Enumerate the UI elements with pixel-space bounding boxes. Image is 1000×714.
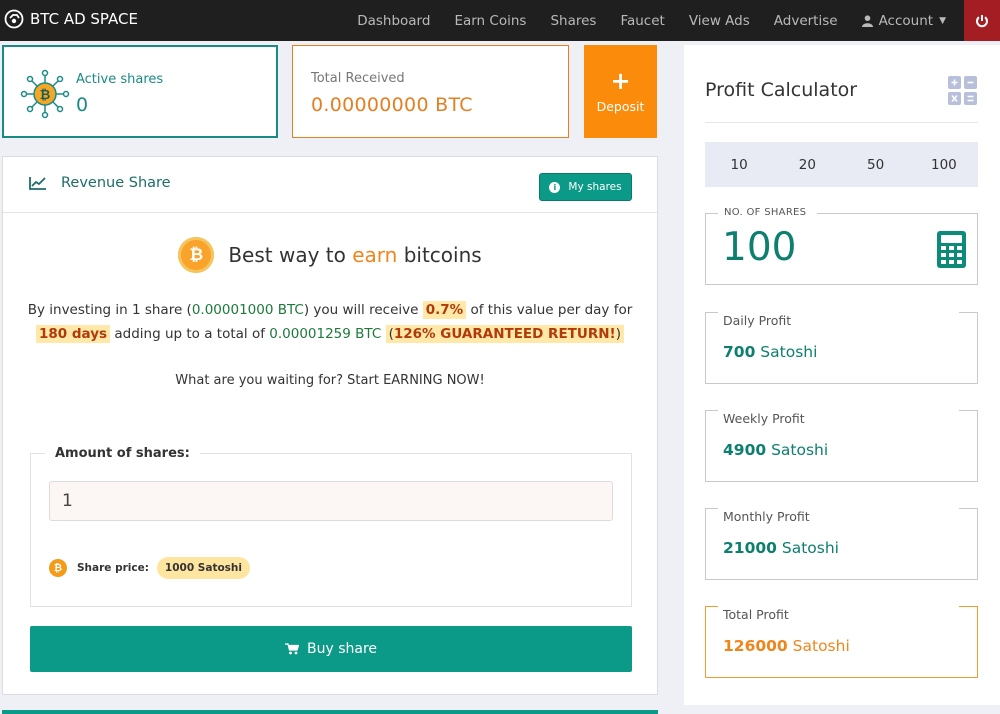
nav-faucet[interactable]: Faucet (608, 0, 676, 41)
buy-share-button[interactable]: Buy share (30, 626, 632, 672)
monthly-profit-value: 21000 Satoshi (723, 539, 839, 557)
active-shares-value: 0 (76, 94, 89, 116)
preset-20[interactable]: 20 (773, 142, 841, 187)
nav-links: Dashboard Earn Coins Shares Faucet View … (345, 0, 958, 41)
revenue-share-panel: Revenue Share i My shares ₿ Best way to … (2, 156, 658, 695)
info-icon: i (549, 181, 561, 193)
share-presets: 10 20 50 100 (705, 142, 978, 187)
logout-button[interactable] (964, 0, 1000, 41)
user-icon (861, 14, 873, 27)
panel-header: Revenue Share i My shares (3, 157, 657, 213)
bitcoin-icon: ₿ (49, 559, 67, 577)
active-shares-label: Active shares (76, 72, 164, 87)
share-price-badge: 1000 Satoshi (156, 557, 251, 579)
nav-view-ads[interactable]: View Ads (677, 0, 762, 41)
monthly-profit-label: Monthly Profit (723, 509, 810, 524)
calculator-title: Profit Calculator (705, 79, 858, 101)
bitcoin-coin-icon: ₿ (178, 237, 215, 273)
number-of-shares-field[interactable]: NO. OF SHARES 100 (705, 207, 978, 285)
power-icon (976, 14, 988, 27)
nav-earn-coins[interactable]: Earn Coins (442, 0, 538, 41)
share-price-label: Share price: (77, 562, 149, 574)
divider (705, 122, 978, 123)
top-navbar: BTC AD SPACE Dashboard Earn Coins Shares… (0, 0, 1000, 41)
daily-profit-label: Daily Profit (723, 313, 792, 328)
caret-down-icon: ▼ (939, 15, 946, 26)
nav-account[interactable]: Account ▼ (850, 0, 958, 41)
amount-of-shares-input[interactable] (49, 481, 613, 521)
amount-fieldset: Amount of shares: ₿ Share price: 1000 Sa… (30, 446, 632, 607)
number-of-shares-value[interactable]: 100 (722, 225, 796, 270)
headline-text: Best way to earn bitcoins (228, 243, 482, 267)
calculator-icon (948, 76, 977, 105)
total-profit-value: 126000 Satoshi (723, 637, 850, 655)
total-profit-box: Total Profit 126000 Satoshi (705, 606, 978, 678)
return-badge: (126% GUARANTEED RETURN!) (385, 325, 624, 343)
account-label: Account (878, 12, 934, 29)
total-profit-label: Total Profit (723, 607, 789, 622)
monthly-profit-box: Monthly Profit 21000 Satoshi (705, 508, 978, 580)
panel-title: Revenue Share (61, 175, 171, 191)
total-received-label: Total Received (311, 71, 405, 86)
deposit-button[interactable]: + Deposit (584, 45, 657, 138)
duration-badge: 180 days (36, 325, 111, 343)
line-chart-icon (29, 177, 46, 190)
nav-advertise[interactable]: Advertise (762, 0, 850, 41)
amount-label: Amount of shares: (45, 446, 200, 461)
active-shares-card: ₿ Active shares 0 (2, 45, 278, 138)
daily-rate-badge: 0.7% (422, 301, 467, 319)
preset-50[interactable]: 50 (842, 142, 910, 187)
nav-dashboard[interactable]: Dashboard (345, 0, 442, 41)
weekly-profit-value: 4900 Satoshi (723, 441, 829, 459)
my-shares-button[interactable]: i My shares (539, 173, 632, 201)
bitcoin-logo-icon (4, 9, 24, 29)
description: By investing in 1 share (0.00001000 BTC)… (27, 301, 633, 343)
profit-calculator: Profit Calculator 10 20 50 100 NO. OF SH… (684, 45, 1000, 705)
plus-icon: + (610, 67, 631, 95)
daily-profit-box: Daily Profit 700 Satoshi (705, 312, 978, 384)
svg-text:₿: ₿ (40, 88, 51, 103)
weekly-profit-box: Weekly Profit 4900 Satoshi (705, 410, 978, 482)
my-shares-label: My shares (568, 181, 622, 193)
headline: ₿ Best way to earn bitcoins (3, 237, 657, 273)
preset-10[interactable]: 10 (705, 142, 773, 187)
brand[interactable]: BTC AD SPACE (4, 9, 138, 29)
nav-shares[interactable]: Shares (538, 0, 608, 41)
preset-100[interactable]: 100 (910, 142, 978, 187)
number-of-shares-label: NO. OF SHARES (724, 207, 807, 218)
buy-share-label: Buy share (306, 641, 378, 657)
cart-icon (284, 643, 299, 655)
deposit-label: Deposit (596, 99, 645, 114)
brand-name: BTC AD SPACE (30, 10, 138, 28)
weekly-profit-label: Weekly Profit (723, 411, 805, 426)
next-panel-edge (2, 710, 658, 714)
share-price-row: ₿ Share price: 1000 Satoshi (49, 557, 251, 579)
total-received-value: 0.00000000 BTC (311, 94, 473, 116)
calculator-icon (937, 231, 966, 268)
bitcoin-network-icon: ₿ (20, 69, 70, 119)
daily-profit-value: 700 Satoshi (723, 343, 818, 361)
call-to-action-text: What are you waiting for? Start EARNING … (175, 373, 485, 388)
total-received-card: Total Received 0.00000000 BTC (292, 45, 569, 138)
